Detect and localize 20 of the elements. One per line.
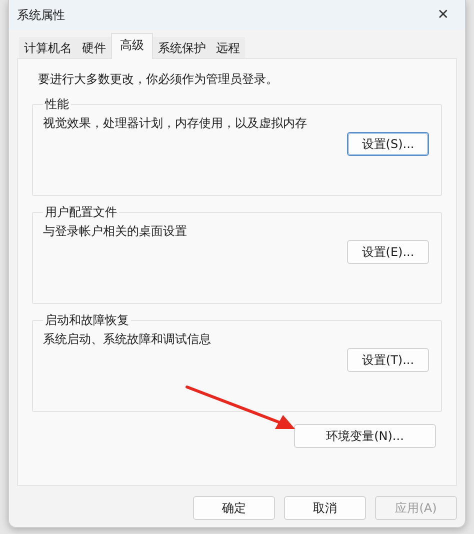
dialog-button[interactable]: 取消 [284, 496, 366, 520]
settings-button[interactable]: 设置(T)... [347, 348, 429, 372]
group-description: 与登录帐户相关的桌面设置 [43, 223, 188, 240]
group-description: 视觉效果，处理器计划，内存使用，以及虚拟内存 [43, 115, 308, 132]
environment-variables-button[interactable]: 环境变量(N)... [294, 424, 436, 448]
tab[interactable]: 计算机名 [19, 37, 77, 58]
settings-button[interactable]: 设置(S)... [347, 132, 429, 156]
tab[interactable]: 高级 [111, 33, 153, 59]
settings-button[interactable]: 设置(E)... [347, 240, 429, 264]
window-title: 系统属性 [17, 6, 65, 24]
close-button[interactable]: ✕ [431, 5, 455, 25]
dialog-button[interactable]: 确定 [193, 496, 275, 520]
group-title: 性能 [44, 96, 70, 113]
tab[interactable]: 系统保护 [153, 37, 211, 58]
tab[interactable]: 硬件 [77, 37, 111, 58]
group-title: 用户配置文件 [44, 204, 118, 221]
group-description: 系统启动、系统故障和调试信息 [43, 331, 212, 348]
tab[interactable]: 远程 [211, 37, 245, 58]
group-title: 启动和故障恢复 [44, 312, 130, 329]
admin-notice: 要进行大多数更改，你必须作为管理员登录。 [37, 71, 279, 88]
